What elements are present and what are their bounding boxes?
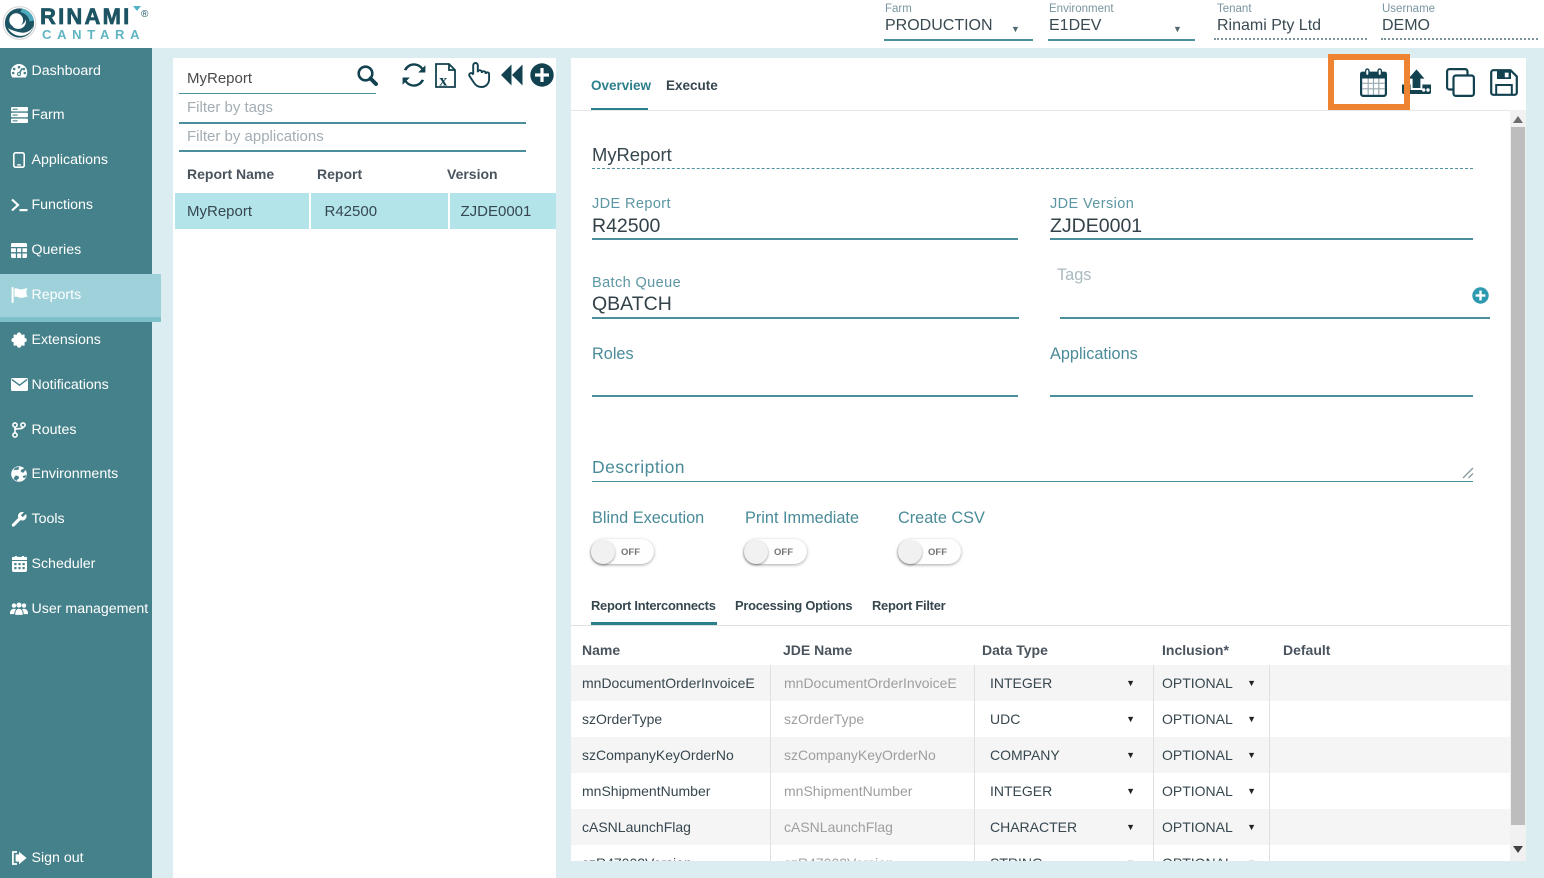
svg-text:x: x [439, 73, 447, 89]
